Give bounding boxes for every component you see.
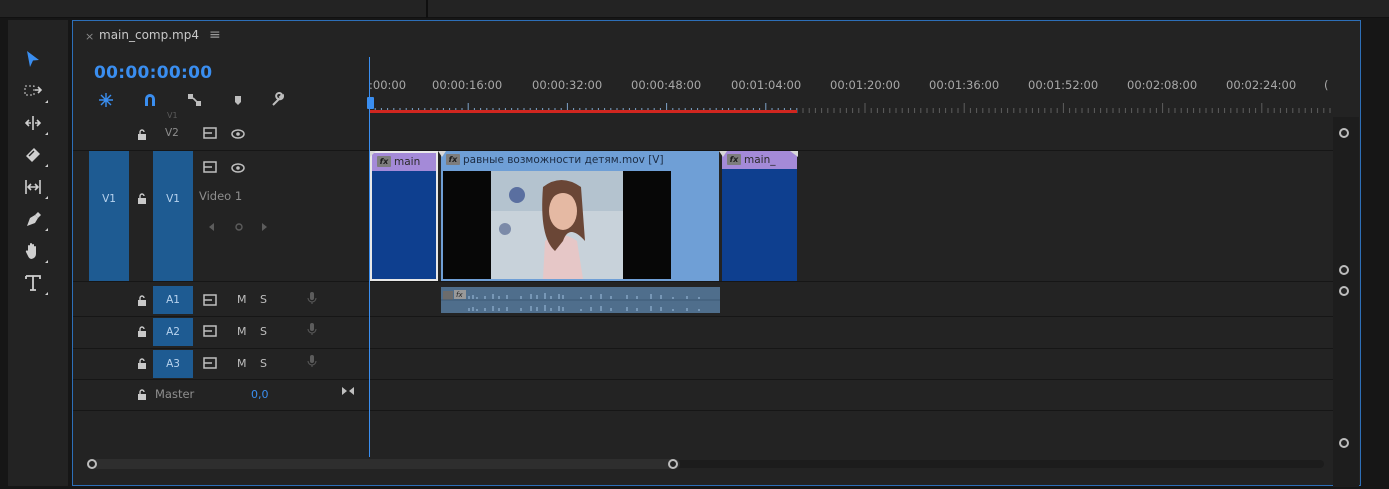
scroll-thumb[interactable] <box>92 459 680 469</box>
track-label-ghost: V1 <box>167 111 178 120</box>
zoom-handle-left[interactable] <box>87 459 97 469</box>
track-select-icon[interactable] <box>20 78 48 104</box>
top-panel-strip <box>0 0 1389 18</box>
next-keyframe-icon[interactable] <box>257 221 271 236</box>
solo-button[interactable]: S <box>260 357 267 370</box>
video-clip-main[interactable]: fx main <box>370 151 438 281</box>
linked-selection-icon[interactable] <box>186 91 204 109</box>
track-v2: V2 V1 <box>73 111 1333 150</box>
sync-lock-icon[interactable] <box>203 357 217 372</box>
ruler-label: ( <box>1324 78 1329 92</box>
nest-icon[interactable] <box>97 91 115 109</box>
mute-button[interactable]: M <box>237 357 247 370</box>
lock-icon[interactable] <box>137 358 147 369</box>
scroll-knob[interactable] <box>1339 265 1349 275</box>
master-volume-value[interactable]: 0,0 <box>251 388 269 401</box>
premiere-workspace: × main_comp.mp4 ≡ 00:00:00:00 :00:00 00:… <box>0 0 1389 489</box>
svg-text:fx: fx <box>456 291 463 299</box>
ripple-edit-icon[interactable] <box>20 110 48 136</box>
scroll-knob[interactable] <box>1339 128 1349 138</box>
track-name[interactable]: Video 1 <box>199 189 242 203</box>
work-area-bar[interactable] <box>369 110 797 113</box>
toggle-output-eye-icon[interactable] <box>231 162 245 177</box>
type-tool-icon[interactable] <box>20 270 48 296</box>
ruler-label: 00:00:32:00 <box>532 78 603 92</box>
sync-lock-icon[interactable] <box>203 325 217 340</box>
time-ruler[interactable]: :00:00 00:00:16:00 00:00:32:00 00:00:48:… <box>367 57 1333 117</box>
sequence-tab-bar: × main_comp.mp4 ≡ <box>73 21 1360 53</box>
panel-divider <box>426 0 428 18</box>
lock-icon[interactable] <box>137 326 147 337</box>
add-marker-icon[interactable] <box>229 91 247 109</box>
transition-markers <box>370 151 798 157</box>
wrench-settings-icon[interactable] <box>269 91 287 109</box>
panel-menu-icon[interactable]: ≡ <box>209 27 221 43</box>
add-keyframe-icon[interactable] <box>232 221 246 236</box>
go-to-in-out-icon[interactable] <box>341 385 355 400</box>
vertical-scrollbar[interactable] <box>1333 117 1359 487</box>
track-v1: V1 V1 Video 1 fx main fx равные возможно… <box>73 151 1333 281</box>
prev-keyframe-icon[interactable] <box>205 221 219 236</box>
razor-tool-icon[interactable] <box>20 142 48 168</box>
lock-icon[interactable] <box>137 295 147 306</box>
selection-tool-icon[interactable] <box>20 46 46 72</box>
voiceover-mic-icon[interactable] <box>305 323 319 338</box>
close-tab-icon[interactable]: × <box>85 30 94 43</box>
track-target-a2[interactable]: A2 <box>153 318 193 346</box>
track-a3: A3 M S <box>73 349 1333 379</box>
track-a2: A2 M S <box>73 317 1333 347</box>
thumbnail-image <box>443 171 671 279</box>
audio-clip-source[interactable]: fx <box>441 287 720 313</box>
track-divider <box>73 281 1333 282</box>
horizontal-zoom-scrollbar[interactable] <box>87 458 1329 470</box>
track-master: Master 0,0 <box>73 380 1333 410</box>
solo-button[interactable]: S <box>260 293 267 306</box>
track-target-a1[interactable]: A1 <box>153 286 193 314</box>
track-target-v1[interactable]: V1 <box>153 151 193 281</box>
track-target-a3[interactable]: A3 <box>153 350 193 378</box>
timeline-panel: × main_comp.mp4 ≡ 00:00:00:00 :00:00 00:… <box>72 20 1361 487</box>
ruler-label: :00:00 <box>369 78 407 92</box>
video-clip-main-2[interactable]: fx main_ <box>722 151 797 281</box>
ruler-label: 00:02:24:00 <box>1226 78 1297 92</box>
tools-panel <box>8 20 68 486</box>
pen-tool-icon[interactable] <box>20 206 48 232</box>
lock-icon[interactable] <box>137 193 147 204</box>
playhead-timecode[interactable]: 00:00:00:00 <box>94 63 212 83</box>
scroll-knob[interactable] <box>1339 438 1349 448</box>
playhead-line <box>369 57 370 457</box>
clip-thumbnail <box>443 171 671 279</box>
toggle-output-eye-icon[interactable] <box>231 128 245 143</box>
track-label: V2 <box>165 127 179 139</box>
slip-tool-icon[interactable] <box>20 174 48 200</box>
source-patch-v1[interactable]: V1 <box>89 151 129 281</box>
lock-icon[interactable] <box>137 389 147 400</box>
voiceover-mic-icon[interactable] <box>305 292 319 307</box>
scroll-knob[interactable] <box>1339 286 1349 296</box>
video-clip-source[interactable]: fx равные возможности детям.mov [V] <box>441 151 719 281</box>
ruler-label: 00:01:36:00 <box>929 78 1000 92</box>
ruler-label: 00:01:52:00 <box>1028 78 1099 92</box>
audio-waveform: fx <box>441 290 720 311</box>
hand-tool-icon[interactable] <box>20 238 48 264</box>
sequence-tab-title[interactable]: main_comp.mp4 <box>99 28 199 42</box>
master-label: Master <box>155 387 195 401</box>
ruler-label: 00:00:16:00 <box>432 78 503 92</box>
mute-button[interactable]: M <box>237 293 247 306</box>
sync-lock-icon[interactable] <box>203 127 217 142</box>
lock-icon[interactable] <box>137 129 147 140</box>
track-a1: A1 M S fx <box>73 285 1333 315</box>
ruler-label: 00:01:04:00 <box>731 78 802 92</box>
mute-button[interactable]: M <box>237 325 247 338</box>
voiceover-mic-icon[interactable] <box>305 355 319 370</box>
sync-lock-icon[interactable] <box>203 161 217 176</box>
solo-button[interactable]: S <box>260 325 267 338</box>
snap-magnet-icon[interactable] <box>141 91 159 109</box>
ruler-label: 00:00:48:00 <box>631 78 702 92</box>
sync-lock-icon[interactable] <box>203 294 217 309</box>
ruler-label: 00:01:20:00 <box>830 78 901 92</box>
track-divider <box>73 410 1333 411</box>
zoom-handle-right[interactable] <box>668 459 678 469</box>
ruler-label: 00:02:08:00 <box>1127 78 1198 92</box>
